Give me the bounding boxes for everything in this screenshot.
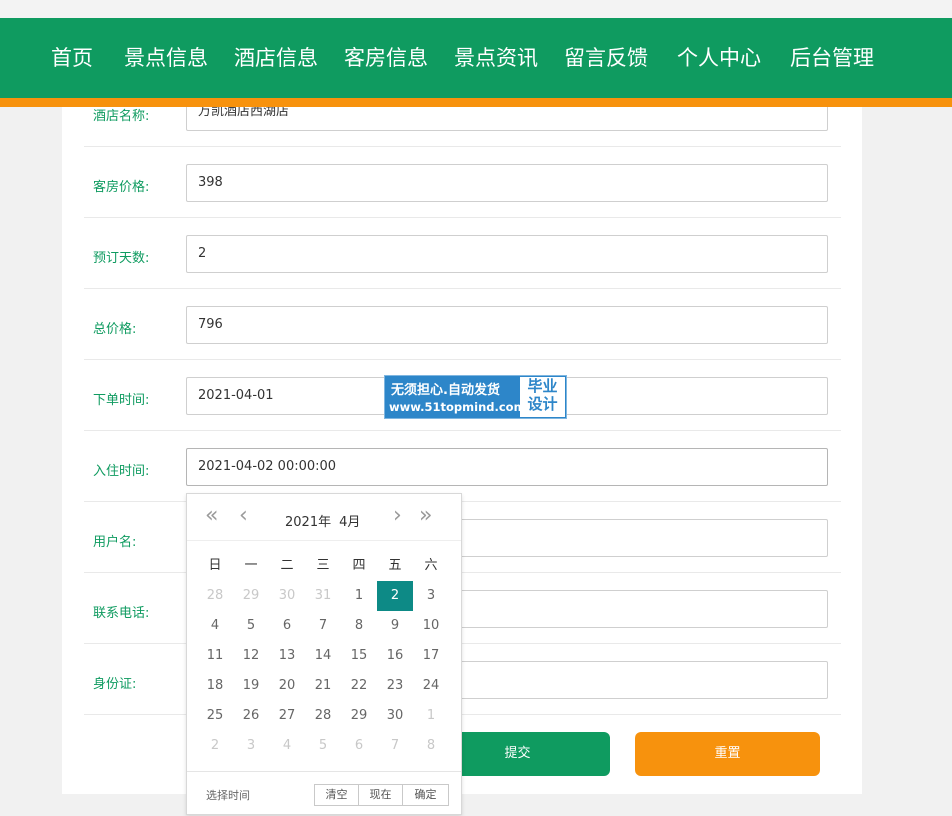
calendar-day[interactable]: 22 [341, 671, 377, 701]
calendar-day[interactable]: 25 [197, 701, 233, 731]
checkin-time-input[interactable]: 2021-04-02 00:00:00 [186, 448, 828, 486]
date-picker-year[interactable]: 2021年 [285, 515, 331, 530]
nav-accent-bar [0, 98, 952, 107]
calendar-day[interactable]: 26 [233, 701, 269, 731]
calendar-day[interactable]: 9 [377, 611, 413, 641]
calendar-day[interactable]: 6 [269, 611, 305, 641]
calendar-day[interactable]: 10 [413, 611, 449, 641]
reset-button[interactable]: 重置 [635, 732, 820, 776]
double-chevron-left-icon[interactable]: « [205, 504, 218, 528]
calendar-day[interactable]: 28 [197, 581, 233, 611]
form-row-total-price: 总价格: 796 [84, 289, 841, 360]
total-price-label: 总价格: [93, 322, 137, 337]
nav-item-room-info[interactable]: 客房信息 [344, 42, 428, 72]
weekday-header: 二 [280, 558, 294, 573]
form-row-checkin-time: 入住时间: 2021-04-02 00:00:00 [84, 431, 841, 502]
checkin-time-label: 入住时间: [93, 464, 150, 479]
watermark-badge: 无须担心.自动发货 www.51topmind.com 毕业 设计 [384, 375, 567, 419]
calendar-day[interactable]: 4 [197, 611, 233, 641]
calendar-day[interactable]: 28 [305, 701, 341, 731]
calendar-day[interactable]: 13 [269, 641, 305, 671]
calendar-day[interactable]: 24 [413, 671, 449, 701]
room-price-label: 客房价格: [93, 180, 150, 195]
double-chevron-right-icon[interactable]: » [419, 504, 432, 528]
room-price-input[interactable]: 398 [186, 164, 828, 202]
weekday-header: 三 [316, 558, 330, 573]
calendar-day[interactable]: 5 [305, 731, 341, 761]
username-label: 用户名: [93, 535, 137, 550]
nav-item-personal-center[interactable]: 个人中心 [677, 42, 761, 72]
watermark-line1: 无须担心.自动发货 [391, 383, 500, 398]
watermark-side1: 毕业 [527, 377, 558, 395]
id-card-label: 身份证: [93, 677, 137, 692]
form-row-room-price: 客房价格: 398 [84, 147, 841, 218]
calendar-day[interactable]: 30 [269, 581, 305, 611]
watermark-line2: www.51topmind.com [389, 400, 526, 414]
weekday-header: 四 [352, 558, 366, 573]
calendar-day[interactable]: 30 [377, 701, 413, 731]
calendar-day[interactable]: 21 [305, 671, 341, 701]
chevron-right-icon[interactable]: › [393, 504, 402, 528]
order-time-label: 下单时间: [93, 393, 150, 408]
calendar-day[interactable]: 27 [269, 701, 305, 731]
calendar-day[interactable]: 31 [305, 581, 341, 611]
calendar-day[interactable]: 11 [197, 641, 233, 671]
select-time-link[interactable]: 选择时间 [206, 787, 250, 803]
calendar-day[interactable]: 15 [341, 641, 377, 671]
now-button[interactable]: 现在 [358, 784, 403, 806]
calendar-day[interactable]: 17 [413, 641, 449, 671]
calendar-day[interactable]: 16 [377, 641, 413, 671]
chevron-left-icon[interactable]: ‹ [239, 504, 248, 528]
calendar-day[interactable]: 6 [341, 731, 377, 761]
booking-days-label: 预订天数: [93, 251, 150, 266]
phone-label: 联系电话: [93, 606, 150, 621]
date-picker: « ‹ 2021年 4月 › » 日一二三四五六 28 29 30 31 1 2 3 4 5 6 7 8 9… [186, 493, 462, 815]
calendar-day[interactable]: 7 [305, 611, 341, 641]
nav-item-admin[interactable]: 后台管理 [790, 42, 874, 72]
calendar-day[interactable]: 2 [197, 731, 233, 761]
weekday-header: 五 [388, 558, 402, 573]
date-picker-month[interactable]: 4月 [339, 515, 360, 530]
calendar-day[interactable]: 8 [341, 611, 377, 641]
booking-days-input[interactable]: 2 [186, 235, 828, 273]
nav-item-home[interactable]: 首页 [51, 42, 93, 72]
nav-item-feedback[interactable]: 留言反馈 [564, 42, 648, 72]
calendar-day[interactable]: 29 [341, 701, 377, 731]
clear-button[interactable]: 清空 [314, 784, 359, 806]
confirm-button[interactable]: 确定 [402, 784, 449, 806]
nav-item-hotel-info[interactable]: 酒店信息 [234, 42, 318, 72]
form-row-booking-days: 预订天数: 2 [84, 218, 841, 289]
top-band [0, 0, 952, 18]
hotel-name-label: 酒店名称: [93, 109, 150, 124]
calendar-day[interactable]: 5 [233, 611, 269, 641]
calendar-day[interactable]: 8 [413, 731, 449, 761]
nav-item-scenic-info[interactable]: 景点信息 [124, 42, 208, 72]
date-picker-header: « ‹ 2021年 4月 › » [187, 494, 461, 541]
nav-item-scenic-news[interactable]: 景点资讯 [454, 42, 538, 72]
watermark-side-block: 毕业 设计 [520, 377, 565, 417]
calendar-day[interactable]: 3 [413, 581, 449, 611]
calendar-day[interactable]: 23 [377, 671, 413, 701]
calendar-day[interactable]: 20 [269, 671, 305, 701]
calendar-day[interactable]: 18 [197, 671, 233, 701]
date-picker-title: 2021年 4月 [285, 511, 368, 530]
calendar-day[interactable]: 12 [233, 641, 269, 671]
total-price-input[interactable]: 796 [186, 306, 828, 344]
main-nav: 首页 景点信息 酒店信息 客房信息 景点资讯 留言反馈 个人中心 后台管理 [0, 18, 952, 98]
weekday-header: 一 [244, 558, 258, 573]
weekday-header: 六 [424, 558, 438, 573]
weekday-header: 日 [208, 558, 222, 573]
watermark-text-block: 无须担心.自动发货 www.51topmind.com [385, 376, 526, 418]
calendar-day[interactable]: 14 [305, 641, 341, 671]
watermark-side2: 设计 [527, 395, 558, 413]
calendar-day[interactable]: 3 [233, 731, 269, 761]
calendar-day[interactable]: 7 [377, 731, 413, 761]
calendar-day[interactable]: 19 [233, 671, 269, 701]
calendar-day[interactable]: 1 [413, 701, 449, 731]
calendar-day[interactable]: 4 [269, 731, 305, 761]
calendar-day[interactable]: 29 [233, 581, 269, 611]
calendar-day[interactable]: 1 [341, 581, 377, 611]
calendar-day-selected[interactable]: 2 [377, 581, 413, 611]
